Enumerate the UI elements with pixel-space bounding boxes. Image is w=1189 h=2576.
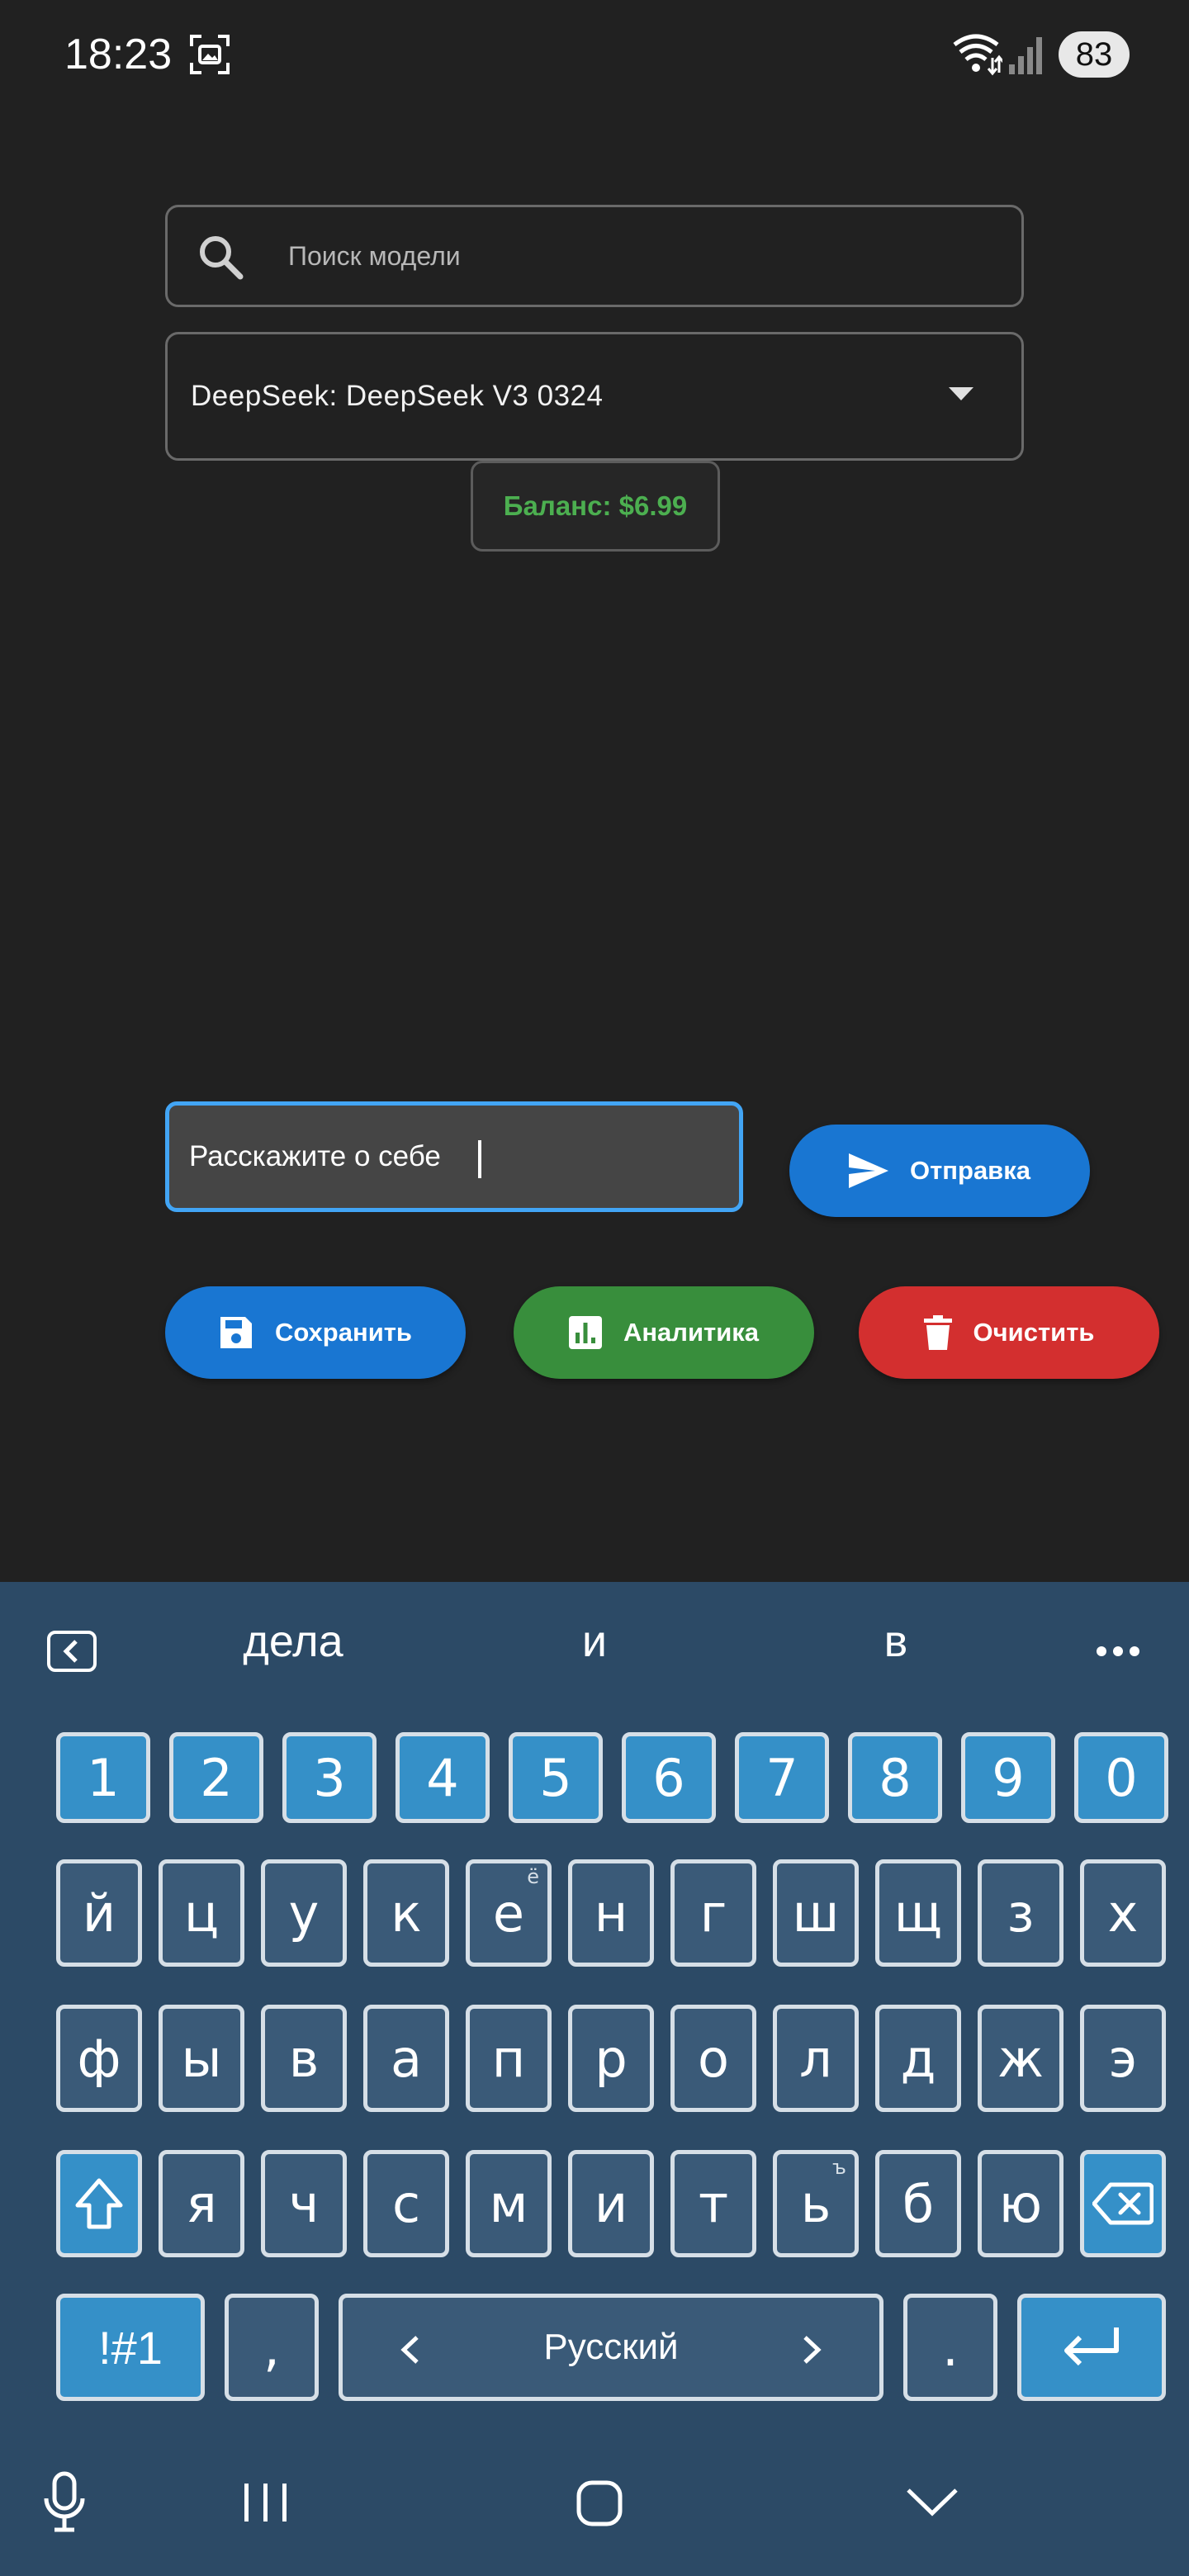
key-letter[interactable]: щ [875, 1859, 961, 1967]
chevron-left-icon [400, 2336, 419, 2364]
symbols-key[interactable]: !#1 [56, 2294, 205, 2401]
key-6[interactable]: 6 [622, 1732, 716, 1823]
key-letter[interactable]: ш [773, 1859, 859, 1967]
model-dropdown-value: DeepSeek: DeepSeek V3 0324 [191, 380, 604, 412]
hide-keyboard-icon[interactable] [905, 2485, 959, 2518]
key-hint: ъ [832, 2156, 846, 2179]
screenshot-icon [190, 35, 230, 74]
key-hint: ё [527, 1865, 539, 1888]
key-letter[interactable]: с [363, 2150, 449, 2257]
key-letter[interactable]: э [1080, 2005, 1166, 2112]
key-letter[interactable]: и [568, 2150, 654, 2257]
key-letter[interactable]: а [363, 2005, 449, 2112]
key-letter[interactable]: т [670, 2150, 756, 2257]
trash-icon [923, 1315, 952, 1350]
microphone-icon[interactable] [41, 2470, 88, 2533]
key-letter[interactable]: п [466, 2005, 552, 2112]
message-input[interactable]: Расскажите о себе [165, 1101, 743, 1212]
analytics-button[interactable]: Аналитика [514, 1286, 814, 1379]
key-letter[interactable]: к [363, 1859, 449, 1967]
clear-button-label: Очистить [973, 1318, 1095, 1347]
shift-icon [75, 2178, 123, 2229]
chevron-right-icon [803, 2336, 822, 2364]
enter-key[interactable] [1017, 2294, 1166, 2401]
key-8[interactable]: 8 [848, 1732, 942, 1823]
period-key[interactable]: . [903, 2294, 997, 2401]
key-letter[interactable]: б [875, 2150, 961, 2257]
recent-apps-icon[interactable] [239, 2480, 292, 2525]
key-letter[interactable]: ф [56, 2005, 142, 2112]
key-label: ь [800, 2173, 831, 2234]
send-button-label: Отправка [909, 1156, 1030, 1185]
comma-key[interactable]: , [225, 2294, 319, 2401]
keyboard-collapse-icon[interactable] [46, 1630, 97, 1673]
suggestion-3[interactable]: в [772, 1615, 1020, 1668]
key-letter[interactable]: ы [159, 2005, 244, 2112]
key-letter[interactable]: р [568, 2005, 654, 2112]
space-key[interactable]: Русский [339, 2294, 883, 2401]
key-letter[interactable]: ю [978, 2150, 1063, 2257]
enter-icon [1064, 2327, 1119, 2366]
signal-icon [1009, 37, 1042, 74]
key-1[interactable]: 1 [56, 1732, 150, 1823]
suggestion-1[interactable]: дела [169, 1615, 417, 1668]
key-2[interactable]: 2 [169, 1732, 263, 1823]
suggestion-2[interactable]: и [471, 1615, 718, 1668]
send-button[interactable]: Отправка [789, 1125, 1090, 1217]
key-letter[interactable]: ц [159, 1859, 244, 1967]
clear-button[interactable]: Очистить [859, 1286, 1159, 1379]
key-letter[interactable]: о [670, 2005, 756, 2112]
key-letter[interactable]: д [875, 2005, 961, 2112]
wifi-icon [953, 34, 1002, 76]
key-letter[interactable]: г [670, 1859, 756, 1967]
save-button-label: Сохранить [275, 1318, 412, 1347]
analytics-icon [568, 1316, 602, 1349]
key-3[interactable]: 3 [282, 1732, 377, 1823]
key-9[interactable]: 9 [961, 1732, 1055, 1823]
backspace-icon [1092, 2182, 1153, 2225]
status-time: 18:23 [64, 31, 173, 78]
key-letter-soft-sign[interactable]: ь ъ [773, 2150, 859, 2257]
key-letter[interactable]: в [261, 2005, 347, 2112]
backspace-key[interactable] [1080, 2150, 1166, 2257]
save-icon [220, 1317, 252, 1348]
key-letter[interactable]: ж [978, 2005, 1063, 2112]
home-icon[interactable] [575, 2479, 624, 2528]
key-letter[interactable]: н [568, 1859, 654, 1967]
key-letter[interactable]: у [261, 1859, 347, 1967]
on-screen-keyboard: дела и в 1 2 3 4 5 6 7 8 9 0 й ц у к е ё… [0, 1582, 1189, 2576]
space-key-label: Русский [543, 2327, 679, 2367]
key-letter[interactable]: й [56, 1859, 142, 1967]
shift-key[interactable] [56, 2150, 142, 2257]
save-button[interactable]: Сохранить [165, 1286, 466, 1379]
model-dropdown[interactable]: DeepSeek: DeepSeek V3 0324 [165, 332, 1024, 461]
model-search-input[interactable] [288, 207, 998, 305]
send-icon [848, 1153, 888, 1188]
key-letter[interactable]: м [466, 2150, 552, 2257]
key-letter[interactable]: я [159, 2150, 244, 2257]
key-letter[interactable]: з [978, 1859, 1063, 1967]
dropdown-arrow-icon [949, 387, 973, 400]
balance-badge: Баланс: $6.99 [471, 461, 720, 552]
key-5[interactable]: 5 [509, 1732, 603, 1823]
key-letter-e[interactable]: е ё [466, 1859, 552, 1967]
key-0[interactable]: 0 [1074, 1732, 1168, 1823]
message-input-value: Расскажите о себе [189, 1140, 441, 1172]
text-caret [478, 1140, 481, 1178]
more-options-icon[interactable] [1095, 1645, 1141, 1658]
key-letter[interactable]: л [773, 2005, 859, 2112]
key-label: е [492, 1882, 525, 1944]
key-letter[interactable]: ч [261, 2150, 347, 2257]
key-7[interactable]: 7 [735, 1732, 829, 1823]
key-4[interactable]: 4 [396, 1732, 490, 1823]
search-icon [200, 236, 244, 280]
model-search-box[interactable] [165, 205, 1024, 307]
battery-indicator: 83 [1059, 31, 1130, 78]
key-letter[interactable]: х [1080, 1859, 1166, 1967]
analytics-button-label: Аналитика [623, 1318, 760, 1347]
